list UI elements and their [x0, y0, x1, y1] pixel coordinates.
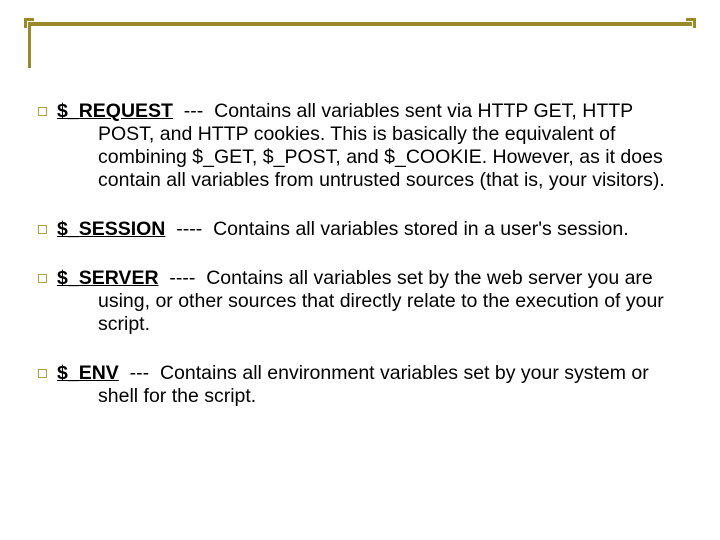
var-name: $_REQUEST [57, 100, 173, 122]
list-item: $_SESSION ---- Contains all variables st… [38, 218, 682, 241]
corner-top-right [686, 18, 696, 28]
separator: ---- [169, 267, 195, 289]
top-rule [28, 22, 692, 26]
content-area: $_REQUEST --- Contains all variables sen… [38, 100, 682, 434]
desc-first-line: Contains all environment variables set b… [160, 362, 649, 384]
desc-first-line: Contains all variables sent via HTTP GET… [214, 100, 633, 122]
separator: --- [184, 100, 203, 122]
desc-rest: POST, and HTTP cookies. This is basicall… [98, 123, 682, 192]
separator: --- [130, 362, 149, 384]
desc-rest: shell for the script. [98, 385, 682, 408]
bullet-icon [38, 225, 47, 234]
bullet-icon [38, 369, 47, 378]
bullet-icon [38, 107, 47, 116]
var-name: $_ENV [57, 362, 119, 384]
desc-rest: using, or other sources that directly re… [98, 290, 682, 336]
list-item: $_REQUEST --- Contains all variables sen… [38, 100, 682, 192]
var-name: $_SERVER [57, 267, 159, 289]
desc-first-line: Contains all variables stored in a user'… [213, 218, 629, 240]
separator: ---- [176, 218, 202, 240]
desc-first-line: Contains all variables set by the web se… [206, 267, 653, 289]
var-name: $_SESSION [57, 218, 165, 240]
slide: $_REQUEST --- Contains all variables sen… [0, 0, 720, 540]
side-accent [28, 22, 31, 68]
bullet-icon [38, 274, 47, 283]
list-item: $_ENV --- Contains all environment varia… [38, 362, 682, 408]
list-item: $_SERVER ---- Contains all variables set… [38, 267, 682, 336]
